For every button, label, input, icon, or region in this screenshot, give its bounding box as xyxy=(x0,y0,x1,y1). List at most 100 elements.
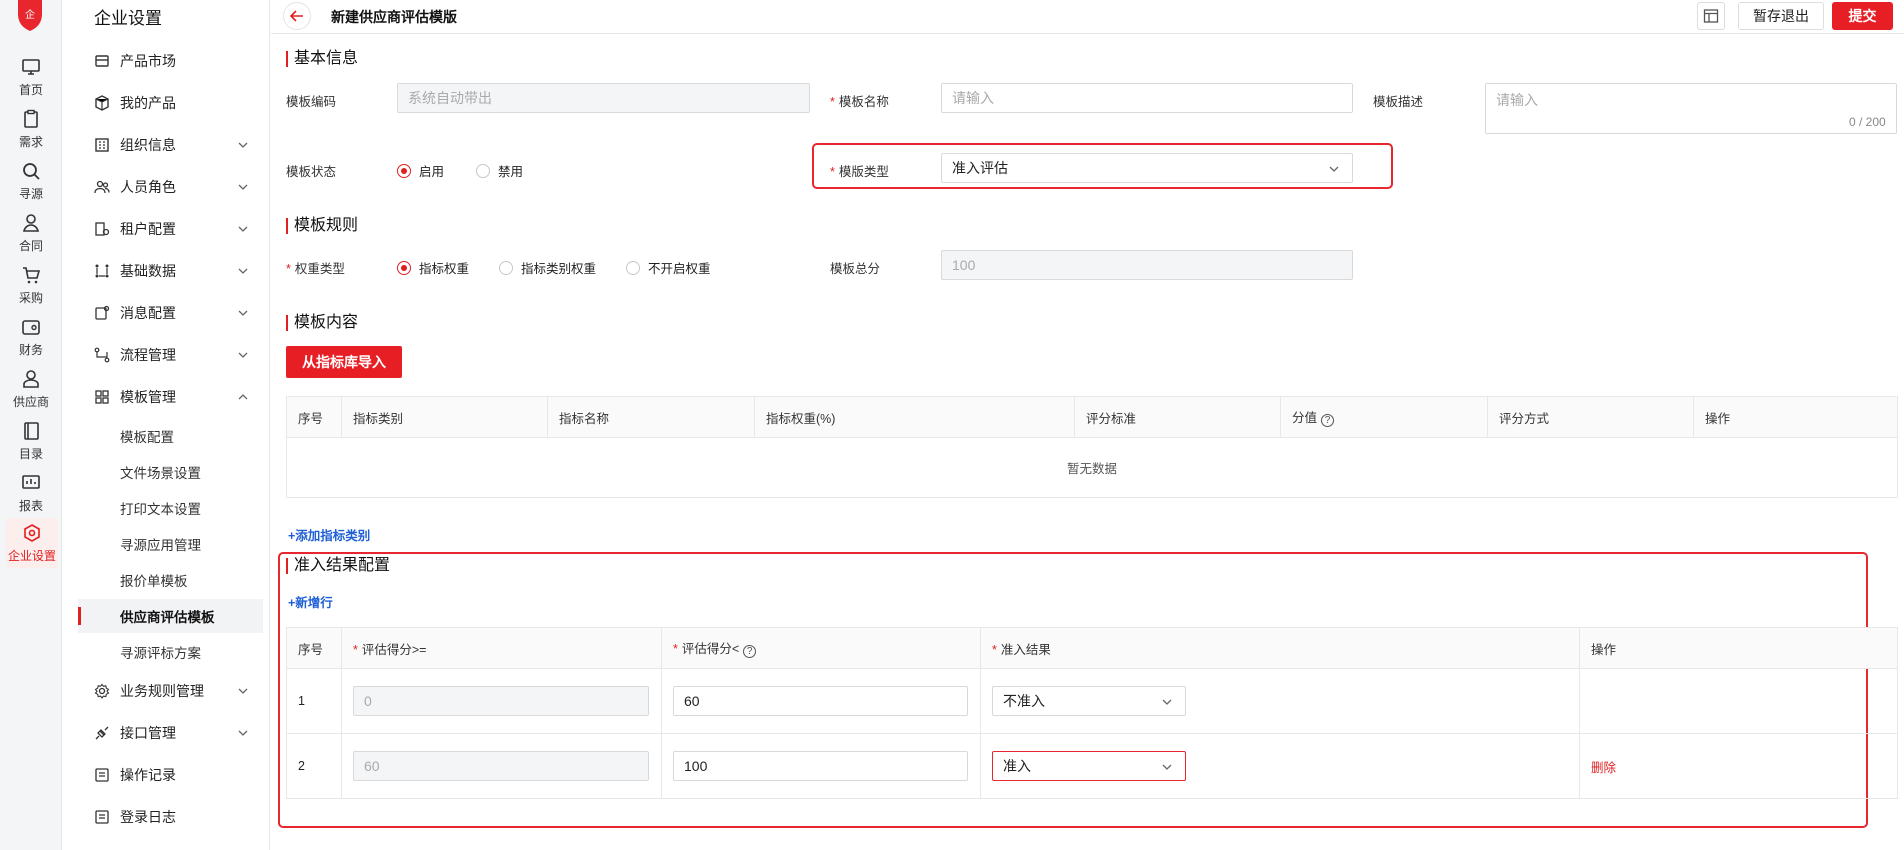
total-score-input: 100 xyxy=(941,250,1353,280)
submenu-supplier-eval-template[interactable]: 供应商评估模板 xyxy=(78,599,263,633)
weight-indicator-radio[interactable]: 指标权重 xyxy=(397,258,469,277)
row-to-cell: 60 xyxy=(661,668,981,734)
row-result-cell: 不准入 xyxy=(980,668,1580,734)
box-icon xyxy=(95,95,109,111)
col-score-from: * 评估得分>= xyxy=(341,627,662,669)
result-select[interactable]: 不准入 xyxy=(992,686,1186,716)
weight-none-radio[interactable]: 不开启权重 xyxy=(626,258,711,277)
menu-item-tenant-config[interactable]: 租户配置 xyxy=(78,211,263,247)
save-draft-exit-button[interactable]: 暂存退出 xyxy=(1738,2,1824,30)
score-to-input[interactable]: 60 xyxy=(673,686,968,716)
arrow-left-icon xyxy=(290,10,303,22)
menu-item-label: 基础数据 xyxy=(120,263,176,279)
result-table: 序号 * 评估得分>= * 评估得分<? * 准入结果 操作 1 0 60 不准入 2… xyxy=(286,627,1898,799)
rail-item-home[interactable]: 首页 xyxy=(0,52,62,102)
radio-dot xyxy=(397,260,411,275)
status-disabled-radio[interactable]: 禁用 xyxy=(476,161,523,180)
menu-item-label: 产品市场 xyxy=(120,53,176,69)
menu-item-label: 业务规则管理 xyxy=(120,683,204,699)
menu-title: 企业设置 xyxy=(94,9,162,28)
submenu-print-text[interactable]: 打印文本设置 xyxy=(78,491,263,525)
rail-item-purchase[interactable]: 采购 xyxy=(0,260,62,310)
menu-item-business-rules[interactable]: 业务规则管理 xyxy=(78,673,263,709)
submenu-bid-eval-plan[interactable]: 寻源评标方案 xyxy=(78,635,263,669)
monitor-icon xyxy=(22,58,40,75)
rail-item-label: 需求 xyxy=(18,134,43,149)
result-select[interactable]: 准入 xyxy=(992,751,1186,781)
rail-item-contract[interactable]: 合同 xyxy=(0,208,62,258)
gear-hex-icon xyxy=(24,523,40,542)
chevron-up-icon xyxy=(238,394,248,400)
menu-item-base-data[interactable]: 基础数据 xyxy=(78,253,263,289)
code-label: 模板编码 xyxy=(286,95,337,109)
submenu-file-scene[interactable]: 文件场景设置 xyxy=(78,455,263,489)
menu-item-message-config[interactable]: 消息配置 xyxy=(78,295,263,331)
desc-char-counter: 0 / 200 xyxy=(1849,115,1886,129)
submenu-template-config[interactable]: 模板配置 xyxy=(78,419,263,453)
status-label: 模板状态 xyxy=(286,165,337,179)
chevron-down-icon xyxy=(238,142,248,148)
menu-item-interface-mgmt[interactable]: 接口管理 xyxy=(78,715,263,751)
col-score: 分值? xyxy=(1280,396,1488,438)
score-to-input[interactable]: 100 xyxy=(673,751,968,781)
data-nodes-icon xyxy=(95,264,109,278)
submenu-quote-template[interactable]: 报价单模板 xyxy=(78,563,263,597)
chevron-down-icon xyxy=(238,268,248,274)
template-desc-textarea[interactable] xyxy=(1485,83,1897,134)
rail-item-finance[interactable]: 财务 xyxy=(0,312,62,362)
layout-toggle-button[interactable] xyxy=(1697,2,1725,30)
rail-item-label: 企业设置 xyxy=(7,548,56,563)
menu-item-label: 流程管理 xyxy=(120,347,176,363)
radio-label: 不开启权重 xyxy=(648,262,711,276)
rail-item-sourcing[interactable]: 寻源 xyxy=(0,156,62,206)
menu-item-label: 消息配置 xyxy=(120,305,176,321)
col-score-to: * 评估得分<? xyxy=(661,627,981,669)
weight-label: * 权重类型 xyxy=(286,262,345,276)
rail-item-supplier[interactable]: 供应商 xyxy=(0,364,62,414)
menu-item-label: 人员角色 xyxy=(120,179,176,195)
menu-item-product-market[interactable]: 产品市场 xyxy=(78,43,263,79)
col-index: 序号 xyxy=(286,396,342,438)
template-type-select[interactable]: 准入评估 xyxy=(941,153,1353,183)
status-enabled-radio[interactable]: 启用 xyxy=(397,161,444,180)
clipboard-icon xyxy=(24,109,38,128)
menu-item-template-mgmt[interactable]: 模板管理 xyxy=(78,379,263,415)
import-from-library-button[interactable]: 从指标库导入 xyxy=(286,346,402,378)
menu-item-people-roles[interactable]: 人员角色 xyxy=(78,169,263,205)
row-action-cell xyxy=(1579,668,1898,734)
menu-item-my-products[interactable]: 我的产品 xyxy=(78,85,263,121)
template-name-input[interactable] xyxy=(941,83,1353,113)
delete-row-link[interactable]: 删除 xyxy=(1591,761,1616,775)
rail-item-catalog[interactable]: 目录 xyxy=(0,416,62,466)
chevron-down-icon xyxy=(1162,764,1172,770)
search-icon xyxy=(23,162,40,180)
row-from-cell: 60 xyxy=(341,733,662,799)
menu-item-process-mgmt[interactable]: 流程管理 xyxy=(78,337,263,373)
chevron-down-icon xyxy=(238,688,248,694)
submenu-sourcing-app[interactable]: 寻源应用管理 xyxy=(78,527,263,561)
indicator-table: 序号 指标类别 指标名称 指标权重(%) 评分标准 分值? 评分方式 操作 暂无… xyxy=(286,396,1898,498)
row-action-cell: 删除 xyxy=(1579,733,1898,799)
empty-row: 暂无数据 xyxy=(286,437,1898,498)
help-icon[interactable]: ? xyxy=(743,645,757,658)
back-button[interactable] xyxy=(283,2,311,30)
add-indicator-category-link[interactable]: +添加指标类别 xyxy=(288,525,370,544)
rail-item-enterprise-settings[interactable]: 企业设置 xyxy=(6,518,58,568)
menu-item-login-log[interactable]: 登录日志 xyxy=(78,799,263,835)
supplier-icon xyxy=(23,369,39,388)
add-row-link[interactable]: +新增行 xyxy=(288,592,333,611)
app-rail: 企 首页 需求 寻源 合同 采购 财务 供应商 目录 报表 企业设置 xyxy=(0,0,62,850)
menu-item-org-info[interactable]: 组织信息 xyxy=(78,127,263,163)
help-icon[interactable]: ? xyxy=(1321,414,1335,427)
table-header-row: 序号 * 评估得分>= * 评估得分<? * 准入结果 操作 xyxy=(286,627,1898,669)
menu-item-operation-log[interactable]: 操作记录 xyxy=(78,757,263,793)
menu-item-label: 接口管理 xyxy=(120,725,176,741)
flow-icon xyxy=(94,347,110,363)
select-value: 准入 xyxy=(1003,758,1031,774)
users-icon xyxy=(94,180,110,194)
rail-item-demand[interactable]: 需求 xyxy=(0,104,62,154)
weight-category-radio[interactable]: 指标类别权重 xyxy=(499,258,596,277)
submit-button[interactable]: 提交 xyxy=(1832,2,1893,30)
rail-item-label: 供应商 xyxy=(12,394,49,409)
rail-item-report[interactable]: 报表 xyxy=(0,468,62,518)
